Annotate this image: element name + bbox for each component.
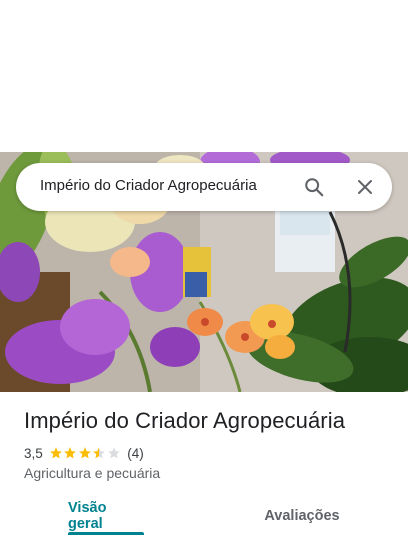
search-bar[interactable]: Império do Criador Agropecuária [16, 163, 392, 211]
place-title: Império do Criador Agropecuária [24, 408, 346, 433]
tab-reviews[interactable]: Avaliações [260, 496, 344, 536]
reviews-count[interactable]: (4) [127, 446, 144, 461]
star-empty-icon [107, 447, 120, 459]
rating-row[interactable]: 3,5 (4) [24, 443, 144, 463]
search-input[interactable]: Império do Criador Agropecuária [40, 177, 257, 194]
top-blank-area [0, 0, 408, 152]
active-tab-indicator [68, 532, 144, 535]
place-category: Agricultura e pecuária [24, 465, 161, 481]
rating-stars [49, 446, 122, 460]
star-half-icon [93, 447, 106, 459]
tab-bar: Visão geral Avaliações [0, 496, 408, 540]
close-icon[interactable] [351, 173, 379, 201]
star-icon [78, 447, 91, 459]
star-icon [49, 447, 62, 459]
tab-overview[interactable]: Visão geral [68, 496, 144, 536]
star-icon [64, 447, 77, 459]
rating-value: 3,5 [24, 445, 43, 461]
search-icon[interactable] [300, 173, 328, 201]
